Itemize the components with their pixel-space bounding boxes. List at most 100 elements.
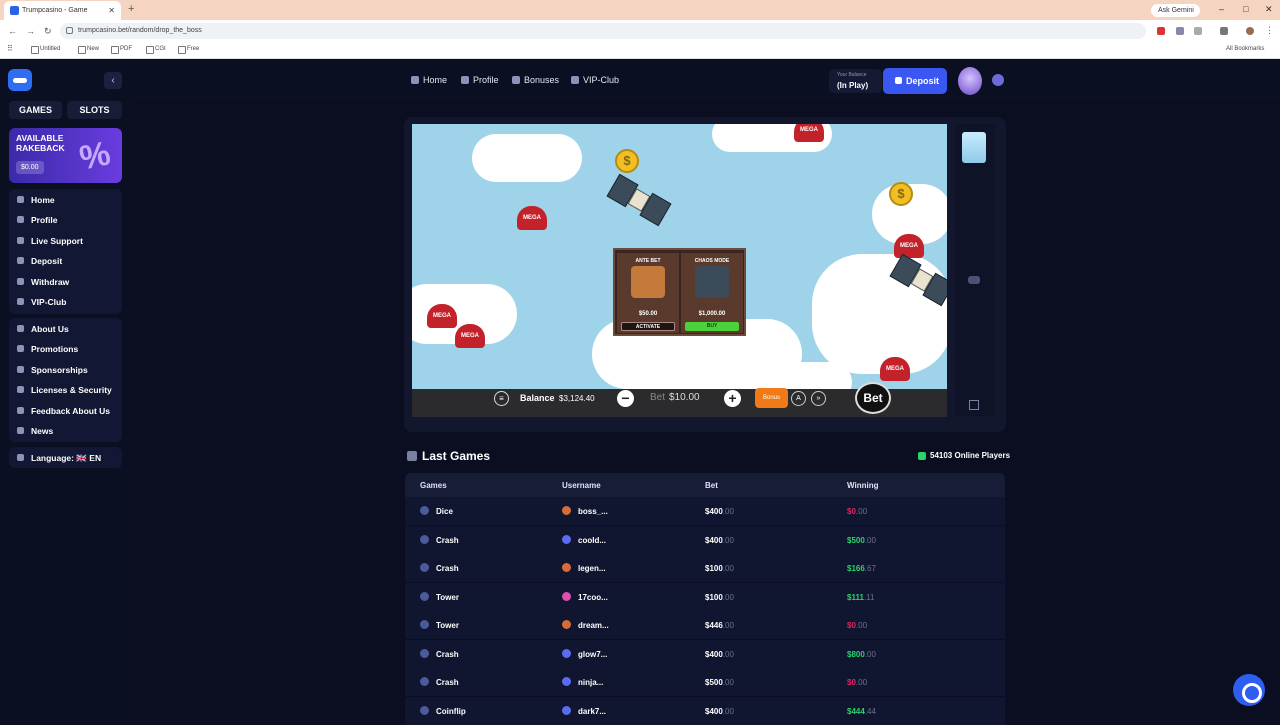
decrease-bet-button[interactable]: − [617, 390, 634, 407]
address-bar[interactable]: trumpcasino.bet/random/drop_the_boss [60, 23, 1146, 39]
buy-button[interactable]: BUY [685, 322, 739, 331]
mega-hat-icon: MEGA [517, 206, 547, 230]
sidebar-item-label: News [31, 426, 54, 436]
reload-icon[interactable]: ↻ [44, 26, 52, 37]
close-window-icon[interactable]: ✕ [1265, 4, 1273, 15]
game-name: Tower [436, 621, 459, 630]
bookmark[interactable]: CGI [146, 46, 166, 54]
site-info-icon[interactable] [66, 27, 73, 34]
language-selector[interactable]: Language: 🇬🇧 EN [9, 447, 122, 468]
game-thumbnail[interactable] [962, 132, 986, 163]
table-row[interactable]: Crash coold... $400.00 $500.00 [405, 525, 1005, 554]
tab-slots[interactable]: SLOTS [67, 101, 122, 119]
close-tab-icon[interactable]: ✕ [108, 6, 115, 15]
news-icon [17, 427, 24, 434]
nav-bonuses[interactable]: Bonuses [512, 75, 559, 85]
bet-value: $10.00 [669, 392, 700, 403]
game-menu-icon[interactable]: ≡ [494, 391, 509, 406]
sidebar-item-sponsorships[interactable]: Sponsorships [9, 360, 122, 379]
bookmark[interactable]: Free [178, 46, 199, 54]
bet-cents: .00 [722, 706, 734, 716]
bookmark[interactable]: PDF [111, 46, 132, 54]
bet-button[interactable]: Bet [855, 382, 891, 414]
win-cents: .00 [855, 621, 868, 630]
apps-icon[interactable]: ⠿ [7, 44, 13, 53]
nav-home[interactable]: Home [411, 75, 447, 85]
nav-vip-club[interactable]: VIP-Club [571, 75, 619, 85]
activate-button[interactable]: ACTIVATE [621, 322, 675, 331]
sidebar-item-label: Promotions [31, 344, 79, 354]
sidebar-item-deposit[interactable]: Deposit [9, 251, 122, 270]
table-row[interactable]: Crash glow7... $400.00 $800.00 [405, 639, 1005, 668]
sidebar-item-news[interactable]: News [9, 421, 122, 440]
profile-icon[interactable] [1246, 27, 1254, 35]
table-row[interactable]: Dice boss_... $400.00 $0.00 [405, 497, 1005, 525]
rakeback-card[interactable]: AVAILABLE RAKEBACK $0.00 % [9, 128, 122, 183]
online-players-count: 54103 Online Players [930, 451, 1011, 460]
bonus-button[interactable]: Bonus [755, 388, 788, 408]
back-icon[interactable]: ← [8, 26, 17, 36]
increase-bet-button[interactable]: + [724, 390, 741, 407]
win-cents: .11 [863, 592, 875, 602]
table-row[interactable]: Crash legen... $100.00 $166.67 [405, 554, 1005, 582]
shuffle-icon[interactable] [968, 276, 980, 284]
tab-games[interactable]: GAMES [9, 101, 62, 119]
extension-icon[interactable] [1157, 27, 1165, 35]
sidebar-item-live-support[interactable]: Live Support [9, 231, 122, 250]
new-tab-icon[interactable]: + [128, 3, 134, 15]
user-avatar-icon [562, 534, 571, 544]
side-panel-icon[interactable] [1220, 27, 1228, 35]
sidebar-menu-main: Home Profile Live Support Deposit Withdr… [9, 189, 122, 314]
table-row[interactable]: Coinflip dark7... $400.00 $444.44 [405, 696, 1005, 725]
live-support-button[interactable] [1233, 674, 1265, 706]
game-name: Crash [436, 535, 459, 545]
deposit-button[interactable]: Deposit [883, 68, 947, 94]
win-cents: .00 [864, 535, 876, 545]
fullscreen-icon[interactable] [969, 400, 979, 410]
sidebar-item-vip-club[interactable]: VIP-Club [9, 292, 122, 311]
maximize-icon[interactable]: □ [1243, 4, 1248, 14]
ante-bet-card: ANTE BET $50.00 ACTIVATE [617, 253, 679, 333]
minimize-icon[interactable]: – [1219, 4, 1224, 14]
nav-profile[interactable]: Profile [461, 75, 499, 85]
turbo-icon[interactable]: » [811, 391, 826, 406]
browser-tab[interactable]: Trumpcasino - Game ✕ [4, 1, 121, 20]
bet-amount: $400.00 [705, 707, 734, 716]
sidebar-item-licenses[interactable]: Licenses & Security [9, 380, 122, 399]
sidebar-item-label: Deposit [31, 256, 63, 266]
cloud [742, 362, 852, 389]
casino-logo[interactable] [8, 69, 32, 91]
chrome-menu-icon[interactable]: ⋮ [1265, 25, 1274, 36]
user-icon [461, 76, 469, 84]
table-row[interactable]: Tower 17coo... $100.00 $111.11 [405, 582, 1005, 611]
sidebar-item-about-us[interactable]: About Us [9, 319, 122, 338]
balance-widget[interactable]: Your Balance (In Play) [829, 69, 882, 93]
winning-amount: $166.67 [847, 564, 876, 573]
bookmark[interactable]: Untitled [31, 46, 60, 54]
mega-hat-icon: MEGA [880, 357, 910, 381]
forward-icon[interactable]: → [26, 26, 35, 36]
ask-gemini-button[interactable]: Ask Gemini [1151, 4, 1200, 17]
win-dollars: $800 [847, 649, 865, 659]
all-bookmarks[interactable]: All Bookmarks [1226, 46, 1264, 52]
sidebar-item-withdraw[interactable]: Withdraw [9, 272, 122, 291]
sidebar-item-profile[interactable]: Profile [9, 210, 122, 229]
sidebar-item-promotions[interactable]: Promotions [9, 339, 122, 358]
bet-dollars: $100 [705, 592, 723, 602]
table-row[interactable]: Crash ninja... $500.00 $0.00 [405, 668, 1005, 696]
sidebar-item-home[interactable]: Home [9, 190, 122, 209]
table-row[interactable]: Tower dream... $446.00 $0.00 [405, 611, 1005, 639]
bet-label: Bet [650, 392, 666, 403]
sidebar-item-feedback[interactable]: Feedback About Us [9, 401, 122, 420]
extensions-puzzle-icon[interactable] [1194, 27, 1202, 35]
language-item[interactable]: Language: 🇬🇧 EN [9, 448, 122, 467]
extension-icon[interactable] [1176, 27, 1184, 35]
username: legen... [578, 564, 606, 573]
autoplay-icon[interactable]: A [791, 391, 806, 406]
bookmark[interactable]: New [78, 46, 99, 54]
avatar[interactable] [958, 67, 982, 95]
game-name: Crash [436, 564, 459, 573]
collapse-sidebar-button[interactable]: ‹ [104, 72, 122, 89]
wallet-icon [17, 257, 24, 264]
friends-icon[interactable] [992, 74, 1004, 86]
